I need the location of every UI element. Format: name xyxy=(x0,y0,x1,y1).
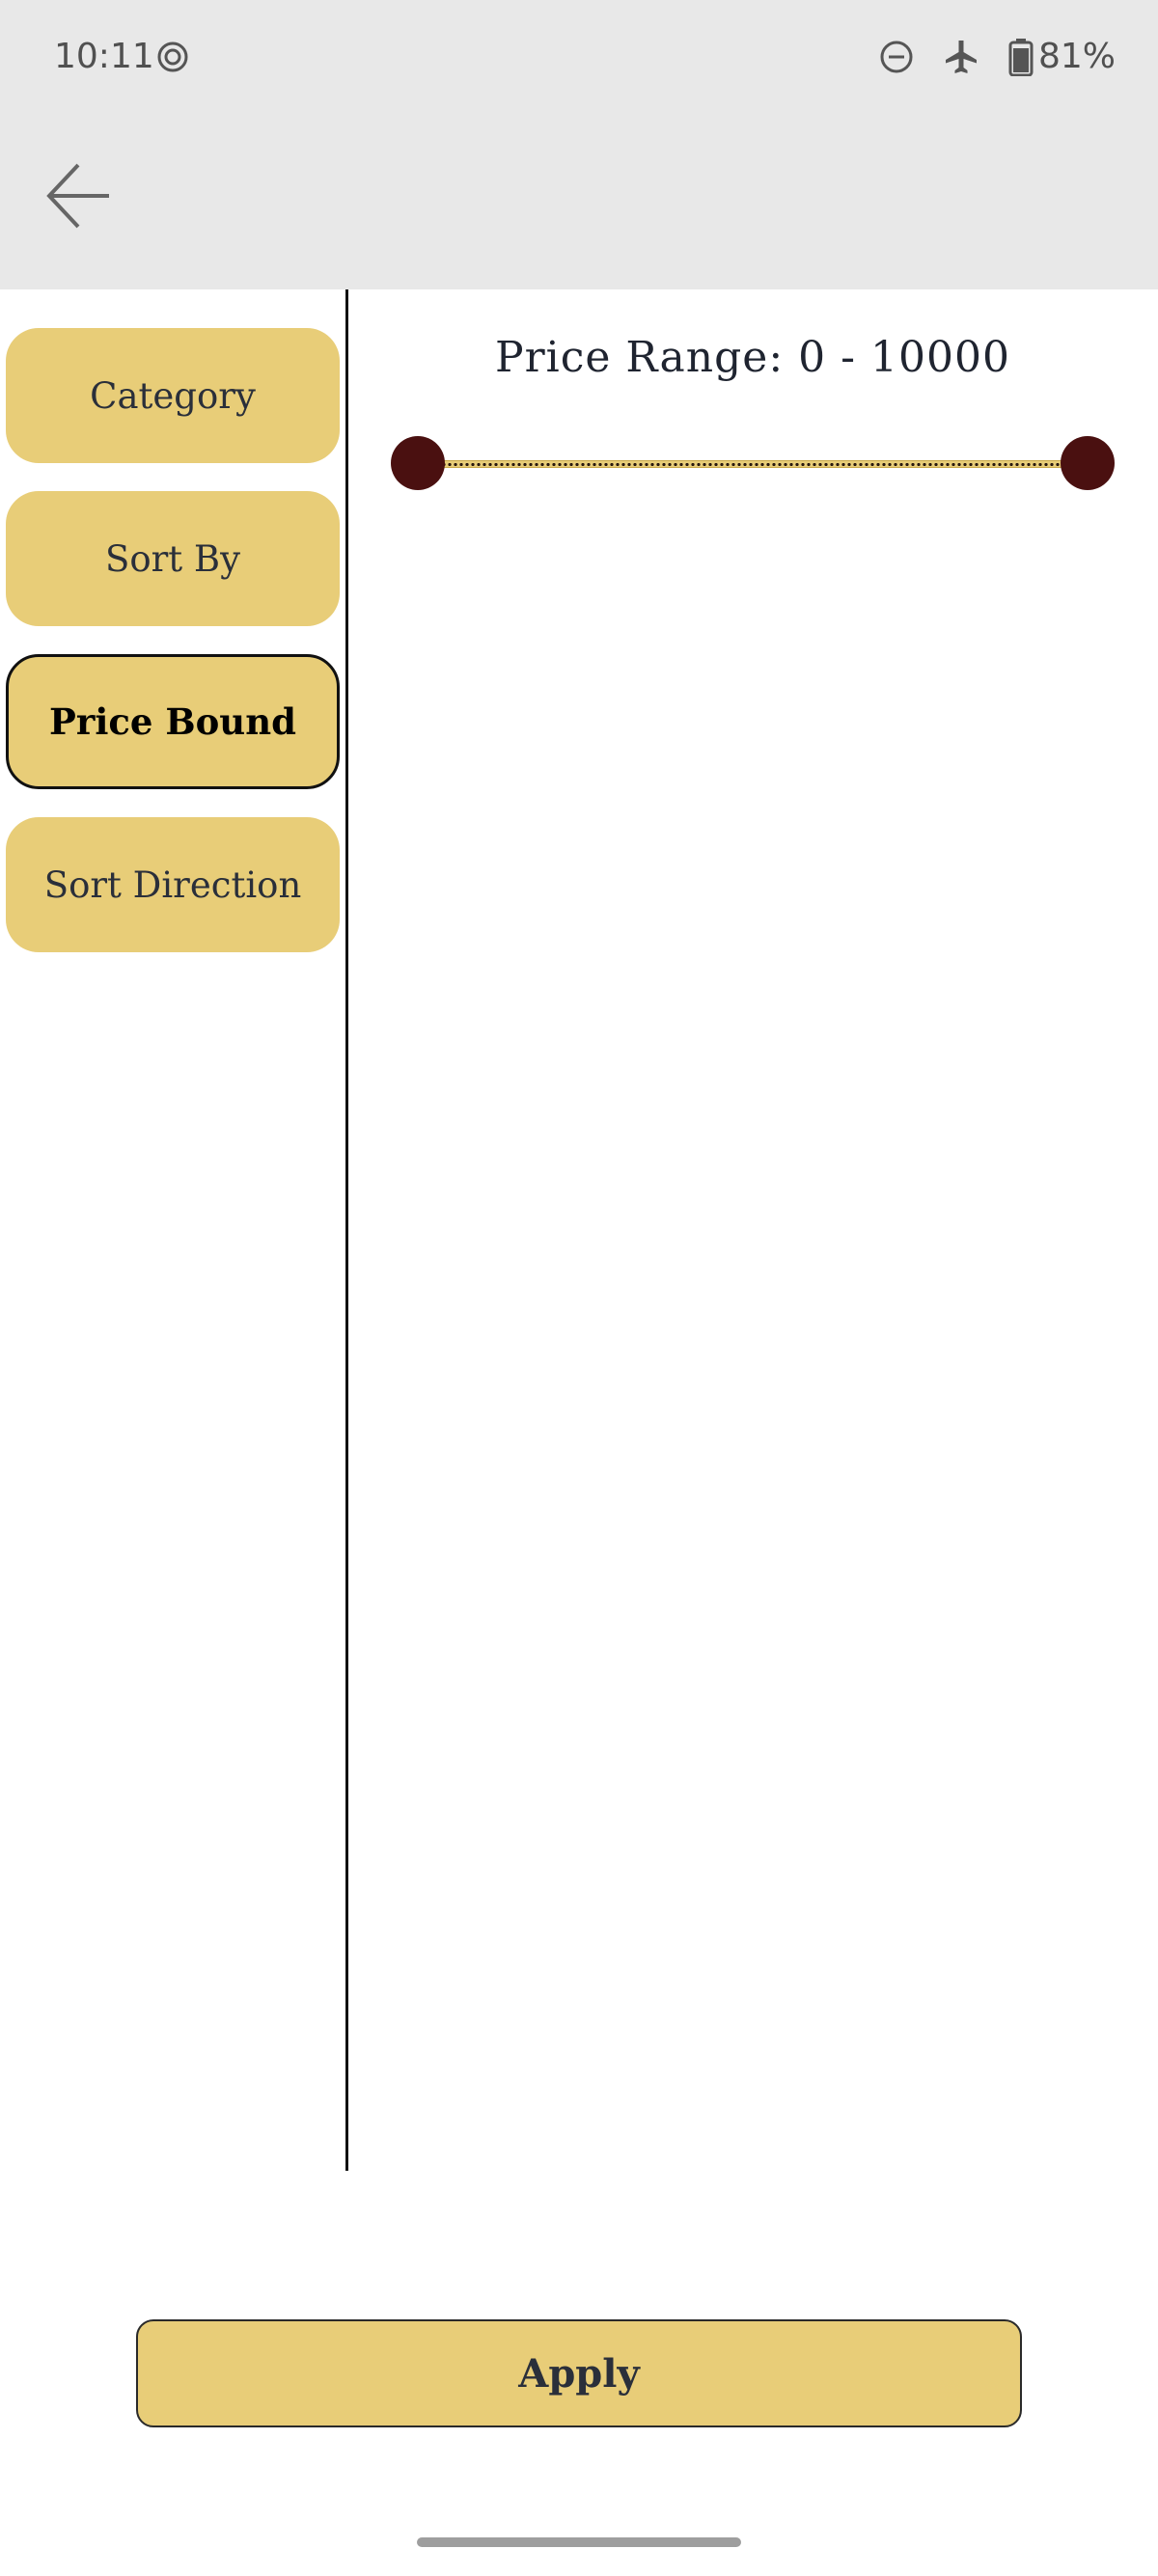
sidebar-item-price-bound[interactable]: Price Bound xyxy=(6,654,340,789)
battery-icon xyxy=(1006,37,1035,77)
battery-level: 81% xyxy=(1038,37,1117,76)
arrow-left-icon xyxy=(41,159,115,236)
top-bar: 10:11 81% xyxy=(0,0,1158,289)
sidebar-item-label: Sort By xyxy=(104,537,241,580)
home-indicator[interactable] xyxy=(417,2537,741,2547)
status-time: 10:11 xyxy=(54,37,154,76)
filter-sidebar: Category Sort By Price Bound Sort Direct… xyxy=(0,289,347,2171)
sync-icon xyxy=(154,39,191,75)
sidebar-item-sort-direction[interactable]: Sort Direction xyxy=(6,817,340,952)
apply-button-label: Apply xyxy=(518,2350,640,2397)
price-range-label: Price Range: 0 - 10000 xyxy=(495,333,1010,382)
sidebar-item-label: Price Bound xyxy=(49,700,296,743)
sidebar-item-label: Category xyxy=(90,374,256,417)
do-not-disturb-icon xyxy=(878,39,915,75)
sidebar-item-category[interactable]: Category xyxy=(6,328,340,463)
airplane-mode-icon xyxy=(941,37,981,77)
slider-thumb-max[interactable] xyxy=(1061,436,1115,490)
back-button[interactable] xyxy=(35,154,122,241)
sidebar-item-sort-by[interactable]: Sort By xyxy=(6,491,340,626)
sidebar-divider xyxy=(345,289,348,2171)
sidebar-item-label: Sort Direction xyxy=(43,863,302,906)
apply-button[interactable]: Apply xyxy=(136,2319,1022,2427)
slider-thumb-min[interactable] xyxy=(391,436,445,490)
price-range-slider[interactable] xyxy=(391,436,1115,490)
slider-track[interactable] xyxy=(418,460,1088,468)
